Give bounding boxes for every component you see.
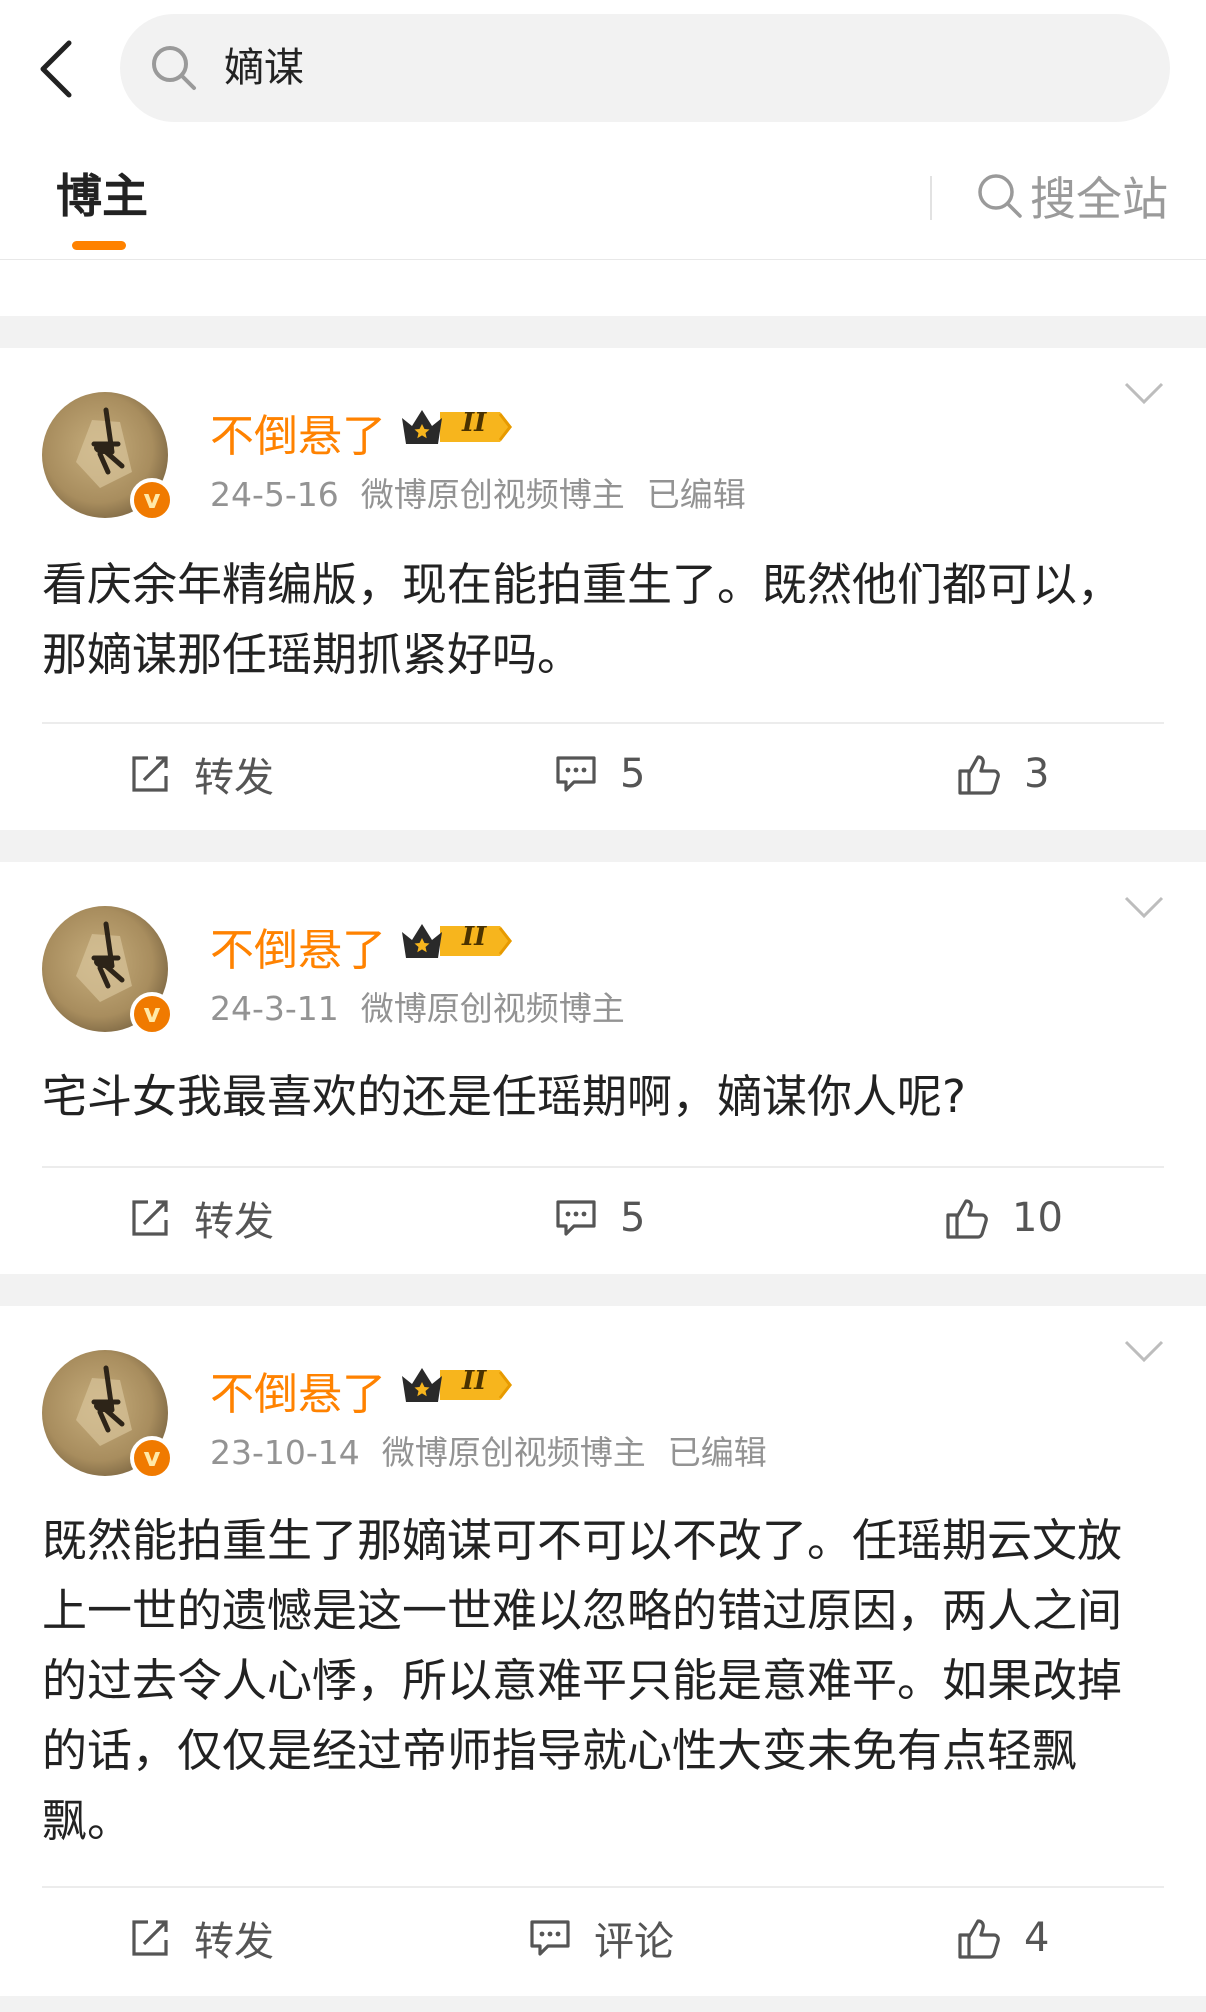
post-date: 23-10-14 [210, 1433, 360, 1472]
crown-icon [402, 924, 512, 958]
like-count: 10 [1012, 1195, 1063, 1241]
more-options-button[interactable] [1124, 1336, 1164, 1370]
like-icon [958, 755, 1000, 795]
post-card: v 不倒悬了 II 24-3-11 微博原创视频博主 宅斗女我最喜欢的还是任瑶期啊… [0, 862, 1206, 1274]
post-content[interactable]: 宅斗女我最喜欢的还是任瑶期啊，嫡谋你人呢? [42, 1062, 1162, 1132]
active-tab-indicator [72, 241, 126, 250]
repost-label: 转发 [194, 1199, 274, 1245]
tab-blogger[interactable]: 博主 [56, 160, 148, 226]
crown-badge[interactable]: II [400, 1362, 516, 1408]
crown-icon [402, 1368, 512, 1402]
repost-button[interactable]: 转发 [128, 1162, 274, 1274]
action-bar: 转发 5 3 [0, 718, 1206, 830]
post-source: 微博原创视频博主 [360, 989, 625, 1028]
repost-icon [132, 756, 168, 792]
chevron-down-icon [1124, 382, 1164, 405]
edited-label: 已编辑 [646, 475, 746, 514]
search-icon [152, 46, 196, 90]
post-date: 24-3-11 [210, 989, 339, 1028]
like-button[interactable]: 3 [956, 718, 1049, 830]
repost-button[interactable]: 转发 [128, 1882, 274, 1994]
verified-icon: v [130, 992, 174, 1036]
more-options-button[interactable] [1124, 892, 1164, 926]
post-meta: 24-5-16 微博原创视频博主 已编辑 [210, 468, 746, 516]
repost-icon [132, 1920, 168, 1956]
post-source: 微博原创视频博主 [381, 1433, 646, 1472]
comment-button[interactable]: 5 [554, 1162, 645, 1274]
post-source: 微博原创视频博主 [360, 475, 625, 514]
chevron-down-icon [1124, 1340, 1164, 1363]
post-card: v 不倒悬了 II 23-10-14 微博原创视频博主 已编辑 既然能拍重生了那嫡谋… [0, 1306, 1206, 1996]
like-icon [958, 1919, 1000, 1959]
tab-divider [930, 176, 932, 220]
comment-button[interactable]: 5 [554, 718, 645, 830]
comment-button[interactable]: 评论 [528, 1882, 674, 1994]
comment-count: 5 [620, 751, 646, 797]
username[interactable]: 不倒悬了 [210, 914, 386, 978]
post-content[interactable]: 既然能拍重生了那嫡谋可不可以不改了。任瑶期云文放上一世的遗憾是这一世难以忽略的错… [42, 1506, 1162, 1856]
repost-icon [132, 1200, 168, 1236]
username[interactable]: 不倒悬了 [210, 1358, 386, 1422]
post-meta: 24-3-11 微博原创视频博主 [210, 982, 625, 1030]
like-count: 3 [1024, 751, 1050, 797]
search-icon [978, 174, 1022, 218]
level-badge: II [462, 922, 487, 952]
post-date: 24-5-16 [210, 475, 339, 514]
repost-button[interactable]: 转发 [128, 718, 274, 830]
like-button[interactable]: 4 [956, 1882, 1049, 1994]
username[interactable]: 不倒悬了 [210, 400, 386, 464]
back-arrow-icon [40, 40, 72, 98]
more-options-button[interactable] [1124, 378, 1164, 412]
crown-badge[interactable]: II [400, 404, 516, 450]
back-button[interactable] [30, 36, 80, 102]
crown-badge[interactable]: II [400, 918, 516, 964]
edited-label: 已编辑 [667, 1433, 767, 1472]
search-all-button[interactable]: 搜全站 [976, 158, 1168, 234]
avatar[interactable]: v [42, 392, 174, 522]
verified-icon: v [130, 1436, 174, 1480]
verified-icon: v [130, 478, 174, 522]
repost-label: 转发 [194, 755, 274, 801]
search-bar[interactable]: 嫡谋 [120, 14, 1170, 122]
comment-label: 评论 [594, 1919, 674, 1965]
comment-icon [556, 756, 596, 792]
comment-icon [530, 1920, 570, 1956]
chevron-down-icon [1124, 896, 1164, 919]
post-card: v 不倒悬了 II 24-5-16 微博原创视频博主 已编辑 看庆余年精编版，现在能… [0, 348, 1206, 830]
comment-count: 5 [620, 1195, 646, 1241]
level-badge: II [462, 408, 487, 438]
level-badge: II [462, 1366, 487, 1396]
comment-icon [556, 1200, 596, 1236]
repost-label: 转发 [194, 1919, 274, 1965]
crown-icon [402, 410, 512, 444]
like-count: 4 [1024, 1915, 1050, 1961]
avatar[interactable]: v [42, 906, 174, 1036]
post-meta: 23-10-14 微博原创视频博主 已编辑 [210, 1426, 767, 1474]
search-query[interactable]: 嫡谋 [224, 14, 304, 122]
search-all-label: 搜全站 [1030, 172, 1168, 226]
like-icon [946, 1199, 988, 1239]
post-content[interactable]: 看庆余年精编版，现在能拍重生了。既然他们都可以，那嫡谋那任瑶期抓紧好吗。 [42, 550, 1162, 690]
action-bar: 转发 5 10 [0, 1162, 1206, 1274]
like-button[interactable]: 10 [944, 1162, 1063, 1274]
search-header: 嫡谋 博主 搜全站 [0, 0, 1206, 260]
action-bar: 转发 评论 4 [0, 1882, 1206, 1994]
avatar[interactable]: v [42, 1350, 174, 1480]
